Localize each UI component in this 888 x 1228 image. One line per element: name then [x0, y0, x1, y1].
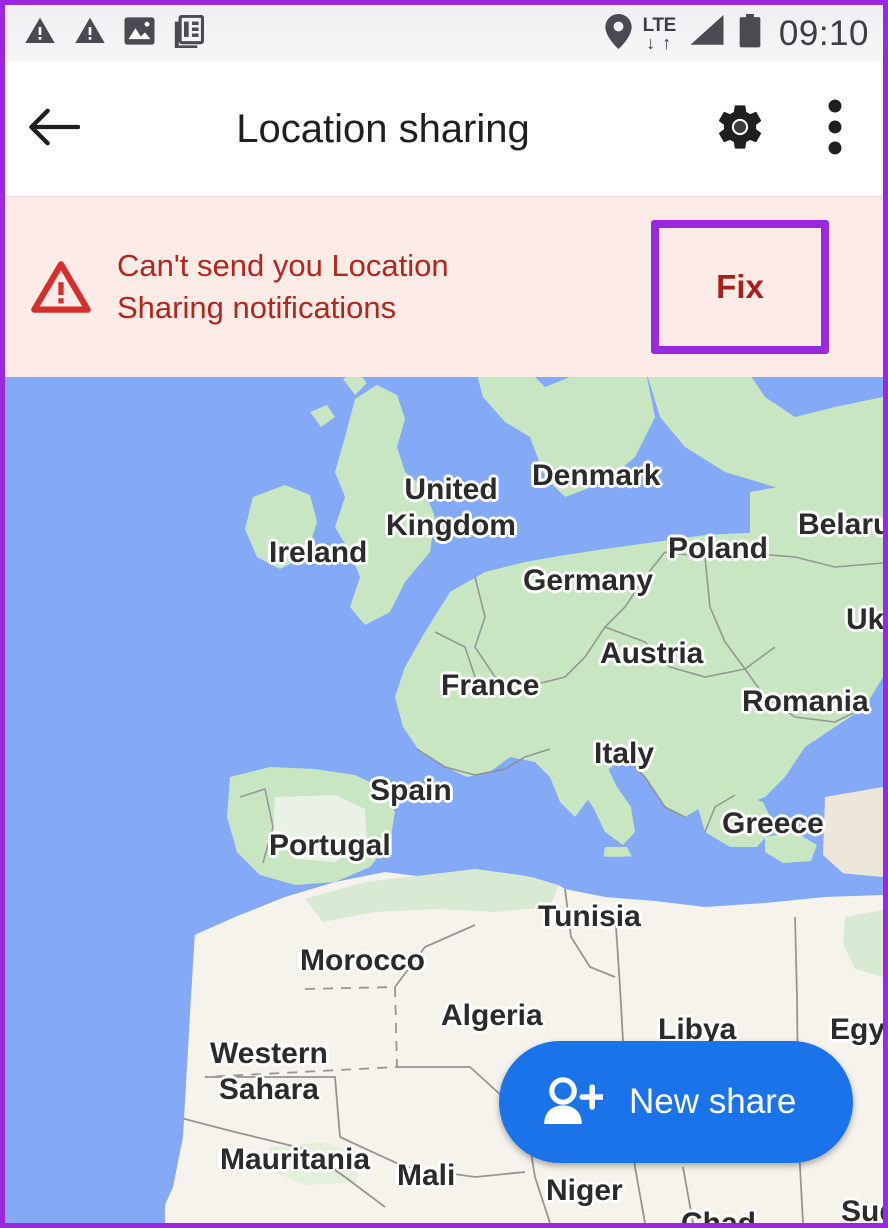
network-type-indicator: LTE ↓ ↑ — [642, 14, 677, 53]
image-icon — [123, 16, 156, 51]
fix-button-label: Fix — [716, 268, 764, 305]
person-add-icon — [541, 1077, 603, 1127]
warning-triangle-icon — [73, 15, 107, 52]
page-title: Location sharing — [236, 106, 530, 151]
status-bar-left-icons — [23, 14, 205, 53]
new-share-button[interactable]: New share — [499, 1041, 853, 1163]
fix-button[interactable]: Fix — [651, 220, 829, 354]
battery-icon — [738, 13, 762, 54]
status-bar: LTE ↓ ↑ 09:10 — [5, 5, 883, 62]
notification-warning-banner: Can't send you Location Sharing notifica… — [5, 196, 883, 377]
network-traffic-arrows: ↓ ↑ — [646, 32, 673, 53]
network-type-label: LTE — [642, 14, 677, 36]
back-arrow-icon — [26, 105, 81, 154]
banner-message: Can't send you Location Sharing notifica… — [117, 245, 651, 329]
warning-triangle-outline-icon — [5, 259, 117, 315]
more-vertical-icon — [826, 98, 844, 161]
overflow-menu-button[interactable] — [787, 98, 883, 161]
settings-button[interactable] — [693, 100, 787, 159]
gear-icon — [713, 100, 767, 159]
new-share-label: New share — [629, 1082, 797, 1121]
status-bar-right-icons: LTE ↓ ↑ 09:10 — [605, 13, 869, 54]
signal-bars-icon — [687, 14, 727, 53]
phone-screenshot-frame: LTE ↓ ↑ 09:10 Location sharing Can't sen… — [0, 0, 888, 1228]
banner-message-line-1: Can't send you Location — [117, 248, 449, 283]
location-pin-icon — [605, 13, 632, 54]
warning-triangle-icon — [23, 15, 57, 52]
banner-message-line-2: Sharing notifications — [117, 290, 397, 325]
article-icon — [172, 14, 205, 53]
status-bar-clock: 09:10 — [778, 13, 869, 53]
app-toolbar: Location sharing — [5, 62, 883, 196]
